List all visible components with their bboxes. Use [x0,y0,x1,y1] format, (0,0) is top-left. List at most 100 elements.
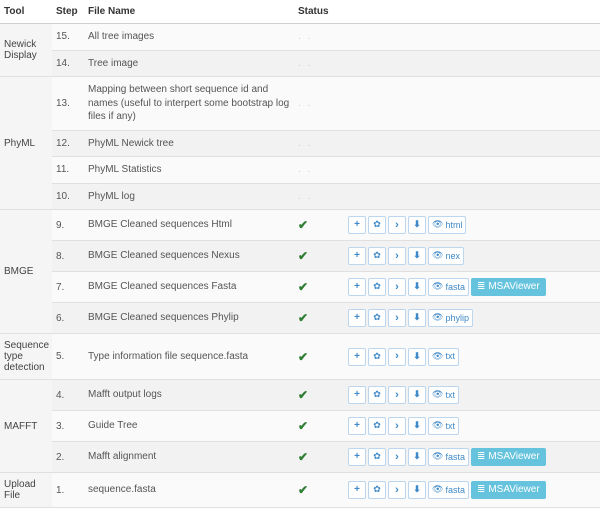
col-actions [344,0,600,24]
table-row: 14.Tree image. . [0,50,600,77]
actions-cell [344,130,600,157]
expand-button[interactable] [388,386,406,404]
view-file-button[interactable]: fasta [428,481,469,499]
file-ext-label: txt [445,391,455,400]
download-button[interactable] [408,386,426,404]
settings-button[interactable] [368,348,386,366]
download-button-icon [413,282,421,292]
view-file-button[interactable]: fasta [428,448,469,466]
eye-icon [432,390,443,400]
msa-viewer-button[interactable]: ≣MSAViewer [471,278,546,296]
actions-cell: fasta≣MSAViewer [344,442,600,473]
msa-viewer-button[interactable]: ≣MSAViewer [471,481,546,499]
add-button[interactable] [348,309,366,327]
settings-button-icon [373,390,381,400]
view-file-button[interactable]: txt [428,348,459,366]
download-button-icon [413,452,421,462]
tool-group-label: PhyML [0,77,52,210]
status-cell: . . [294,130,344,157]
download-button-icon [413,352,421,362]
status-cell: ✔ [294,272,344,303]
expand-button[interactable] [388,247,406,265]
settings-button[interactable] [368,386,386,404]
status-placeholder: . . [298,191,312,202]
view-file-button[interactable]: txt [428,417,459,435]
settings-button-icon [373,251,381,261]
settings-button[interactable] [368,216,386,234]
file-ext-label: txt [445,352,455,361]
status-placeholder: . . [298,58,312,69]
view-file-button[interactable]: nex [428,247,464,265]
settings-button[interactable] [368,417,386,435]
expand-button[interactable] [388,348,406,366]
add-button-icon [354,485,360,495]
add-button[interactable] [348,278,366,296]
step-number: 8. [52,241,84,272]
view-file-button[interactable]: txt [428,386,459,404]
step-number: 10. [52,183,84,210]
download-button[interactable] [408,417,426,435]
download-button-icon [413,313,421,323]
download-button[interactable] [408,309,426,327]
download-button[interactable] [408,481,426,499]
bars-icon: ≣ [477,282,485,292]
expand-button[interactable] [388,309,406,327]
actions-cell [344,157,600,184]
view-file-button[interactable]: html [428,216,466,234]
settings-button[interactable] [368,247,386,265]
eye-icon [432,313,443,323]
file-name: sequence.fasta [84,473,294,508]
file-ext-label: txt [445,422,455,431]
eye-icon [432,352,443,362]
settings-button[interactable] [368,309,386,327]
settings-button[interactable] [368,278,386,296]
expand-button[interactable] [388,216,406,234]
file-name: PhyML log [84,183,294,210]
download-button[interactable] [408,448,426,466]
check-icon: ✔ [298,483,308,497]
download-button[interactable] [408,216,426,234]
status-cell: ✔ [294,442,344,473]
file-name: BMGE Cleaned sequences Html [84,210,294,241]
expand-button[interactable] [388,481,406,499]
add-button[interactable] [348,417,366,435]
status-cell: . . [294,157,344,184]
status-cell: ✔ [294,241,344,272]
actions-cell: nex [344,241,600,272]
actions-cell [344,50,600,77]
download-button[interactable] [408,278,426,296]
status-placeholder: . . [298,98,312,109]
add-button[interactable] [348,247,366,265]
download-button-icon [413,485,421,495]
add-button[interactable] [348,386,366,404]
msa-viewer-button[interactable]: ≣MSAViewer [471,448,546,466]
add-button-icon [354,352,360,362]
step-number: 7. [52,272,84,303]
settings-button[interactable] [368,448,386,466]
download-button[interactable] [408,247,426,265]
table-row: Sequence type detection5.Type informatio… [0,334,600,380]
view-file-button[interactable]: fasta [428,278,469,296]
col-step: Step [52,0,84,24]
step-number: 1. [52,473,84,508]
settings-button[interactable] [368,481,386,499]
add-button[interactable] [348,448,366,466]
bars-icon: ≣ [477,452,485,462]
expand-button[interactable] [388,278,406,296]
expand-button[interactable] [388,417,406,435]
msa-viewer-label: MSAViewer [488,485,539,495]
table-row: 3.Guide Tree✔txt [0,411,600,442]
add-button-icon [354,282,360,292]
add-button[interactable] [348,348,366,366]
view-file-button[interactable]: phylip [428,309,473,327]
download-button-icon [413,421,421,431]
download-button[interactable] [408,348,426,366]
expand-button[interactable] [388,448,406,466]
table-row: MAFFT4.Mafft output logs✔txt [0,380,600,411]
check-icon: ✔ [298,249,308,263]
add-button[interactable] [348,481,366,499]
tool-group-label: Newick Display [0,24,52,77]
add-button-icon [354,452,360,462]
add-button[interactable] [348,216,366,234]
actions-cell [344,183,600,210]
